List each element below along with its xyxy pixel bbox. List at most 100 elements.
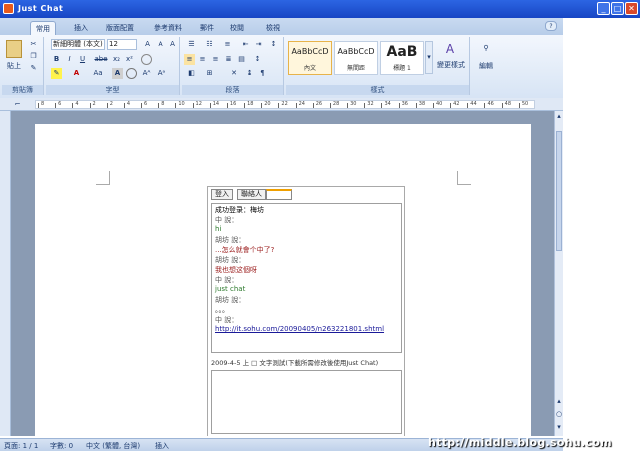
- ruler-label: 10: [178, 101, 185, 107]
- distribute-icon[interactable]: ▤: [236, 54, 247, 65]
- highlight-icon[interactable]: ✎: [51, 68, 62, 79]
- chat-message: just chat: [215, 285, 246, 293]
- document-page[interactable]: 登入 聯絡人 成功登录：梅坊 中 說： hi 胡坊 說： ...怎么就會个中了?…: [35, 124, 531, 436]
- tab-layout[interactable]: 版面配置: [100, 21, 140, 35]
- decrease-indent-icon[interactable]: ⇤: [240, 39, 251, 50]
- strikethrough-button[interactable]: abe: [93, 54, 109, 65]
- char-scale-icon[interactable]: Aᴬ: [141, 68, 152, 79]
- minimize-button[interactable]: _: [597, 2, 610, 15]
- sort-icon[interactable]: ↕: [268, 39, 279, 50]
- chat-link[interactable]: http://it.sohu.com/20090405/n263221801.s…: [215, 325, 384, 333]
- superscript-button[interactable]: x²: [124, 54, 135, 65]
- align-right-icon[interactable]: ≡: [210, 54, 221, 65]
- close-button[interactable]: ✕: [625, 2, 638, 15]
- multilevel-list-icon[interactable]: ≡: [220, 39, 235, 50]
- text-direction-icon[interactable]: ↨: [244, 68, 255, 79]
- chat-tab-contacts[interactable]: 聯絡人: [237, 189, 266, 200]
- subscript-button[interactable]: x₂: [111, 54, 122, 65]
- char-shading-icon[interactable]: A: [112, 68, 123, 79]
- tab-view[interactable]: 檢視: [262, 21, 284, 35]
- chat-log[interactable]: 成功登录：梅坊 中 說： hi 胡坊 說： ...怎么就會个中了? 胡坊 說： …: [211, 203, 402, 353]
- tab-references[interactable]: 參考資料: [148, 21, 188, 35]
- change-case-icon[interactable]: [141, 54, 152, 65]
- show-marks-icon[interactable]: ¶: [257, 68, 268, 79]
- change-styles-icon[interactable]: A: [439, 41, 461, 57]
- vertical-ruler[interactable]: [0, 111, 11, 436]
- change-styles-label[interactable]: 變更樣式: [434, 60, 468, 71]
- line-spacing-icon[interactable]: ↕: [252, 54, 263, 65]
- style-no-spacing[interactable]: AaBbCcD 無間距: [334, 41, 378, 75]
- editing-label[interactable]: 編輯: [474, 61, 498, 72]
- scroll-up-icon[interactable]: ▴: [555, 111, 563, 122]
- ruler-label: 14: [212, 101, 220, 107]
- grow-font-icon[interactable]: A: [142, 39, 153, 50]
- bullets-icon[interactable]: ☰: [184, 39, 199, 50]
- app-icon[interactable]: [3, 3, 14, 14]
- ruler-label: 6: [58, 101, 62, 107]
- cut-icon[interactable]: ✂: [28, 39, 39, 50]
- align-center-icon[interactable]: ≡: [197, 54, 208, 65]
- enclose-char-icon[interactable]: [126, 68, 137, 79]
- ruler-tick: [226, 103, 228, 108]
- ruler-label: 16: [229, 101, 237, 107]
- styles-scroll-icon[interactable]: ▾: [425, 41, 433, 74]
- ruler-scale[interactable]: 8 6 4 2 2 4 6 8 10 12 14 16 18 20 22 24 26 28 30 32 34 36 38 40…: [35, 100, 535, 109]
- tab-insert[interactable]: 插入: [70, 21, 92, 35]
- italic-button[interactable]: I: [64, 54, 75, 65]
- ruler-tick: [329, 103, 331, 108]
- underline-button[interactable]: U: [77, 54, 88, 65]
- ruler-label: 8: [41, 101, 45, 107]
- horizontal-ruler[interactable]: ⌐ 8 6 4 2 2 4 6 8 10 12 14 16 18 20 22 24 26 28 30 32 34 36 38…: [0, 98, 563, 111]
- chat-option-text[interactable]: 2009-4-5 上 □ 文字測試(下載所需修改後使用Just Chat): [211, 357, 378, 367]
- paste-label[interactable]: 貼上: [4, 61, 24, 72]
- prev-page-icon[interactable]: ▴: [555, 396, 563, 407]
- phonetic-guide-icon[interactable]: Aᵃ: [156, 68, 167, 79]
- ribbon-tabs: 常用 插入 版面配置 參考資料 郵件 校閱 檢視 ?: [0, 18, 563, 35]
- ruler-label: 48: [504, 101, 512, 107]
- status-page[interactable]: 頁面: 1 / 1: [4, 441, 38, 451]
- style-heading-1[interactable]: AaB 標題 1: [380, 41, 424, 75]
- increase-indent-icon[interactable]: ⇥: [253, 39, 264, 50]
- asian-layout-icon[interactable]: ✕: [226, 68, 242, 79]
- chat-tab-conversation[interactable]: [266, 189, 292, 200]
- chat-tab-login[interactable]: 登入: [211, 189, 233, 200]
- tab-selector-icon[interactable]: ⌐: [12, 99, 23, 110]
- chat-message: 中 說：: [215, 316, 239, 324]
- chat-input[interactable]: [211, 370, 402, 434]
- borders-icon[interactable]: ⊞: [202, 68, 217, 79]
- font-size-field[interactable]: 12: [107, 39, 137, 50]
- scroll-thumb[interactable]: [556, 131, 562, 251]
- ruler-tick: [261, 103, 263, 108]
- case-button[interactable]: Aa: [91, 68, 105, 79]
- style-heading-1-sample: AaB: [386, 44, 418, 60]
- format-painter-icon[interactable]: ✎: [28, 63, 39, 74]
- browse-object-icon[interactable]: ○: [555, 409, 563, 420]
- binoculars-icon[interactable]: ⚲: [477, 41, 495, 55]
- tab-home[interactable]: 常用: [30, 21, 56, 35]
- status-words[interactable]: 字數: 0: [50, 441, 73, 451]
- justify-icon[interactable]: ≣: [223, 54, 234, 65]
- style-normal[interactable]: AaBbCcD 內文: [288, 41, 332, 75]
- clear-format-icon[interactable]: A: [167, 39, 178, 50]
- copy-icon[interactable]: ❐: [28, 51, 39, 62]
- vertical-scrollbar[interactable]: ▴ ▴ ○ ▾: [554, 111, 563, 436]
- tab-review[interactable]: 校閱: [226, 21, 248, 35]
- shrink-font-icon[interactable]: A: [155, 39, 166, 50]
- bold-button[interactable]: B: [51, 54, 62, 65]
- status-language[interactable]: 中文 (繁體, 台灣): [86, 441, 140, 451]
- next-page-icon[interactable]: ▾: [555, 422, 563, 433]
- shading-icon[interactable]: ◧: [184, 68, 199, 79]
- status-mode[interactable]: 插入: [155, 441, 169, 451]
- ruler-label: 40: [435, 101, 443, 107]
- ruler-tick: [450, 103, 452, 108]
- maximize-button[interactable]: □: [611, 2, 624, 15]
- help-icon[interactable]: ?: [545, 21, 557, 31]
- font-color-icon[interactable]: A: [71, 68, 82, 79]
- numbering-icon[interactable]: ☷: [202, 39, 217, 50]
- ruler-tick: [38, 103, 39, 108]
- paste-icon[interactable]: [6, 40, 22, 58]
- tab-mailings[interactable]: 郵件: [196, 21, 218, 35]
- font-name-field[interactable]: 新細明體 (本文): [51, 39, 105, 50]
- align-left-icon[interactable]: ≡: [184, 54, 195, 65]
- ruler-tick: [106, 103, 108, 108]
